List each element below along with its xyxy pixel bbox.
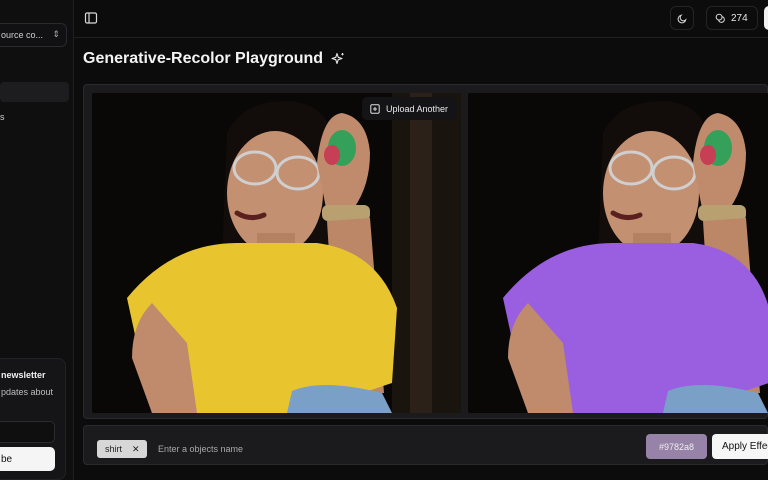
newsletter-description: pdates about [1,387,54,397]
page-title-text: Generative-Recolor Playground [83,50,324,67]
subscribe-button[interactable]: be [0,447,55,471]
color-picker-button[interactable]: #9782a8 [646,434,707,459]
sidebar-item-active[interactable] [0,82,69,102]
theme-toggle-button[interactable] [670,6,694,30]
chevrons-up-down-icon: ⇕ [52,29,60,39]
sidebar-item-label: s [0,112,5,122]
project-select-label: ource co... [1,30,44,40]
newsletter-email-field[interactable] [0,421,55,443]
moon-icon [677,13,687,23]
upload-another-button[interactable]: Upload Another [362,97,457,120]
recolored-image [468,93,768,413]
original-image [92,93,461,413]
color-value: #9782a8 [658,441,695,452]
sparkles-icon [331,52,344,65]
credits-count: 274 [731,12,748,24]
profile-button[interactable] [764,6,768,30]
newsletter-title: newsletter [1,370,46,380]
object-chip-label: shirt [105,444,123,454]
image-plus-icon [370,103,380,114]
upload-another-label: Upload Another [386,103,449,114]
apply-effect-label: Apply Effect [722,441,768,452]
coins-icon [715,13,725,23]
panel-left-icon[interactable] [84,11,98,25]
top-bar: 274 [74,0,768,38]
apply-effect-button[interactable]: Apply Effect [712,434,768,459]
sidebar: ource co... ⇕ s newsletter pdates about … [0,0,74,480]
original-photo [92,93,461,413]
project-select[interactable]: ource co... ⇕ [0,23,67,47]
sidebar-item[interactable]: s [0,112,5,122]
object-chip: shirt ✕ [97,440,147,458]
credits-button[interactable]: 274 [706,6,758,30]
object-name-input[interactable] [158,440,458,458]
recolor-controls: shirt ✕ #9782a8 Apply Effect [83,425,768,465]
image-comparison-panel: Upload Another [83,84,768,419]
page-title: Generative-Recolor Playground [83,50,345,68]
newsletter-card: newsletter pdates about be [0,358,66,480]
x-icon[interactable]: ✕ [132,444,140,455]
recolored-photo [468,93,768,413]
subscribe-button-label: be [1,453,13,465]
